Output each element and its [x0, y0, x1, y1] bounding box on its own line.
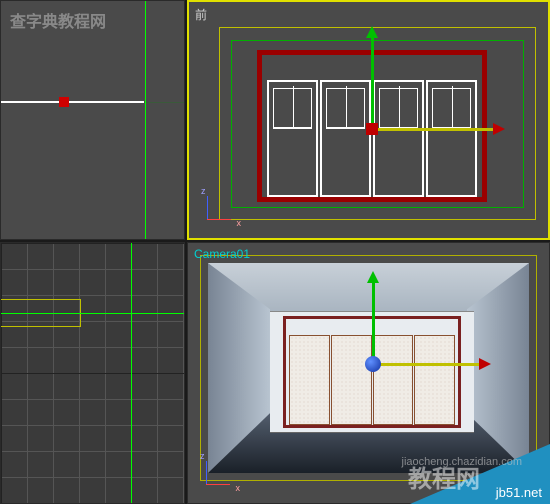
axis-tripod-icon: z x — [199, 188, 239, 228]
move-gizmo-y-axis[interactable] — [372, 275, 375, 365]
viewport-label-front[interactable]: 前 — [195, 6, 207, 23]
door-panel[interactable] — [289, 335, 330, 425]
grid-major — [1, 243, 184, 503]
viewport-top[interactable] — [0, 242, 185, 504]
axis-x-label: x — [237, 218, 242, 228]
door-panel[interactable] — [320, 80, 371, 197]
move-gizmo-x-axis[interactable] — [371, 128, 501, 131]
door-panel[interactable] — [373, 80, 424, 197]
grid-axis-v — [145, 1, 146, 239]
viewport-front[interactable]: 前 z x — [187, 0, 550, 240]
corner-badge-text: jb51.net — [496, 485, 542, 500]
gizmo-handle[interactable] — [59, 97, 69, 107]
move-gizmo-y-axis[interactable] — [371, 30, 374, 130]
object-outline-h — [1, 313, 184, 314]
axis-x-label: x — [236, 483, 241, 493]
axis-z-label: z — [201, 186, 206, 196]
viewport-content — [1, 1, 184, 239]
door-panel[interactable] — [373, 335, 414, 425]
door-panel[interactable] — [414, 335, 455, 425]
viewport-top-left[interactable] — [0, 0, 185, 240]
move-gizmo-center[interactable] — [365, 356, 381, 372]
object-edge[interactable] — [1, 101, 144, 103]
move-gizmo-x-axis[interactable] — [372, 363, 487, 366]
door-panel[interactable] — [426, 80, 477, 197]
viewport-grid: 前 z x Camera01 — [0, 0, 550, 504]
door-panel[interactable] — [331, 335, 372, 425]
axis-z-label: z — [200, 451, 205, 461]
move-gizmo-center[interactable] — [366, 123, 378, 135]
viewport-content: z x — [189, 2, 548, 238]
watermark-url: jiaocheng.chazidian.com — [402, 456, 522, 468]
door-panel[interactable] — [267, 80, 318, 197]
viewport-label-camera[interactable]: Camera01 — [194, 247, 250, 261]
axis-tripod-icon: z x — [198, 453, 238, 493]
object-outline-v — [131, 243, 132, 503]
